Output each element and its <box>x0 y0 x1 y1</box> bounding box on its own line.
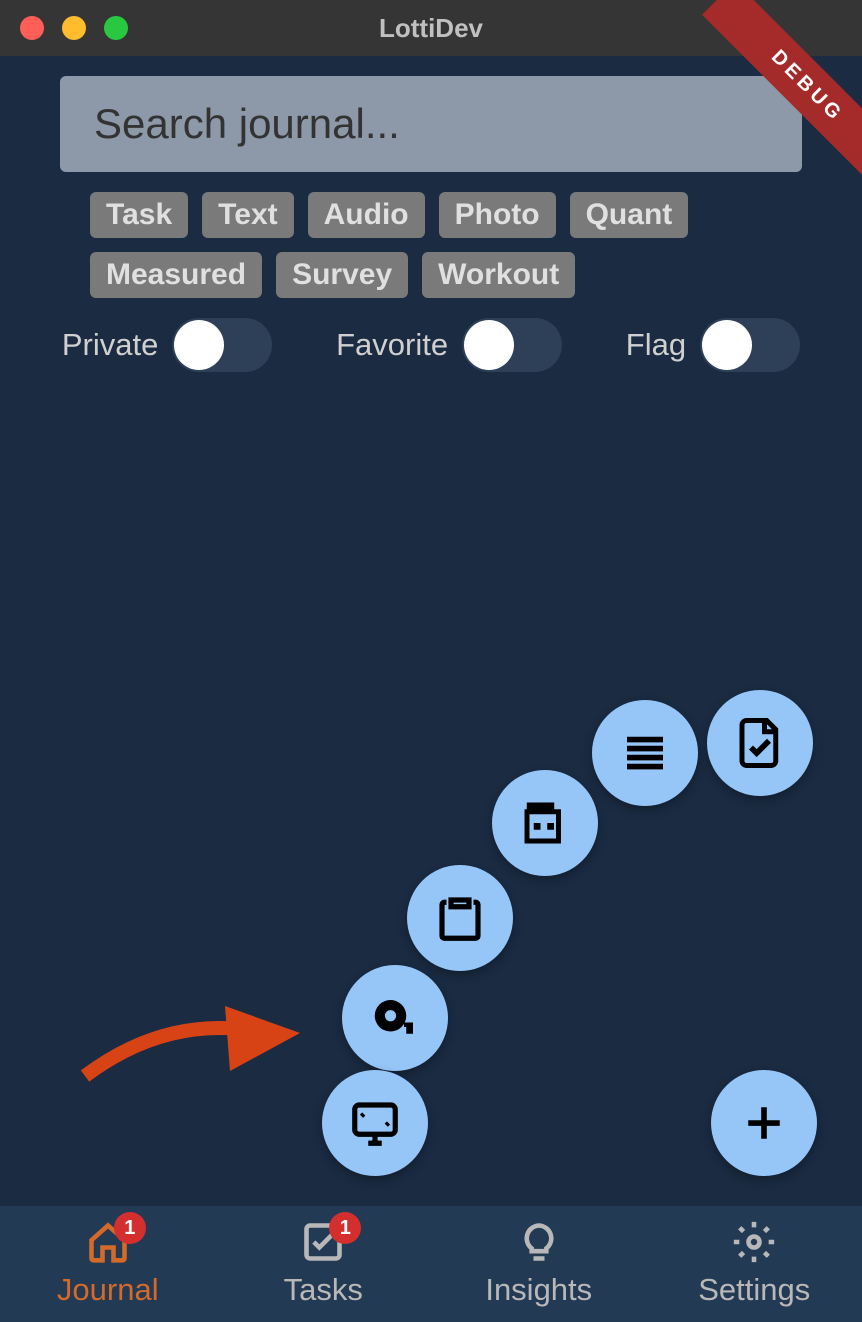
maximize-window-button[interactable] <box>104 16 128 40</box>
bottom-nav: 1 Journal 1 Tasks Insights Settings <box>0 1206 862 1322</box>
nav-settings-label: Settings <box>698 1272 810 1308</box>
home-icon: 1 <box>86 1220 130 1264</box>
close-window-button[interactable] <box>20 16 44 40</box>
filter-chip-survey[interactable]: Survey <box>276 252 408 298</box>
toggle-private: Private <box>62 318 272 372</box>
nav-tasks-badge: 1 <box>329 1212 361 1244</box>
nav-insights[interactable]: Insights <box>431 1206 647 1322</box>
fab-action-task[interactable] <box>707 690 813 796</box>
toggle-flag-label: Flag <box>626 327 686 363</box>
nav-journal[interactable]: 1 Journal <box>0 1206 216 1322</box>
nav-journal-badge: 1 <box>114 1212 146 1244</box>
clipboard-icon <box>433 891 487 945</box>
toggle-knob <box>174 320 224 370</box>
filter-chip-audio[interactable]: Audio <box>308 192 425 238</box>
filter-chip-task[interactable]: Task <box>90 192 188 238</box>
filter-chip-measured[interactable]: Measured <box>90 252 262 298</box>
window-title: LottiDev <box>379 13 483 44</box>
fab-action-screen[interactable] <box>322 1070 428 1176</box>
toggle-favorite: Favorite <box>336 318 562 372</box>
nav-settings[interactable]: Settings <box>647 1206 862 1322</box>
nav-insights-label: Insights <box>485 1272 592 1308</box>
nav-journal-label: Journal <box>57 1272 159 1308</box>
plus-icon <box>737 1096 791 1150</box>
toggle-private-label: Private <box>62 327 158 363</box>
checkbox-icon: 1 <box>301 1220 345 1264</box>
content-area: Task Text Audio Photo Quant Measured Sur… <box>0 56 862 1206</box>
fab-action-clipboard[interactable] <box>407 865 513 971</box>
filter-chip-text[interactable]: Text <box>202 192 293 238</box>
filter-chip-quant[interactable]: Quant <box>570 192 689 238</box>
toggle-knob <box>464 320 514 370</box>
toggle-favorite-switch[interactable] <box>462 318 562 372</box>
nav-tasks[interactable]: 1 Tasks <box>216 1206 432 1322</box>
fab-add-button[interactable] <box>711 1070 817 1176</box>
filter-chip-workout[interactable]: Workout <box>422 252 575 298</box>
text-lines-icon <box>618 726 672 780</box>
minimize-window-button[interactable] <box>62 16 86 40</box>
toggle-flag-switch[interactable] <box>700 318 800 372</box>
filter-chips: Task Text Audio Photo Quant Measured Sur… <box>90 192 772 298</box>
toggle-flag: Flag <box>626 318 800 372</box>
toggles-row: Private Favorite Flag <box>0 318 862 372</box>
annotation-arrow <box>75 991 305 1091</box>
film-roll-icon <box>518 796 572 850</box>
fab-action-text[interactable] <box>592 700 698 806</box>
search-input[interactable] <box>94 100 768 148</box>
lightbulb-icon <box>517 1220 561 1264</box>
fab-radial-menu <box>282 636 822 1176</box>
document-check-icon <box>733 716 787 770</box>
filter-chip-photo[interactable]: Photo <box>439 192 556 238</box>
fab-action-photo[interactable] <box>492 770 598 876</box>
tape-measure-icon <box>368 991 422 1045</box>
toggle-private-switch[interactable] <box>172 318 272 372</box>
toggle-knob <box>702 320 752 370</box>
nav-tasks-label: Tasks <box>284 1272 363 1308</box>
monitor-icon <box>348 1096 402 1150</box>
traffic-lights <box>20 16 128 40</box>
fab-action-measure[interactable] <box>342 965 448 1071</box>
toggle-favorite-label: Favorite <box>336 327 448 363</box>
search-box[interactable] <box>60 76 802 172</box>
gear-icon <box>732 1220 776 1264</box>
